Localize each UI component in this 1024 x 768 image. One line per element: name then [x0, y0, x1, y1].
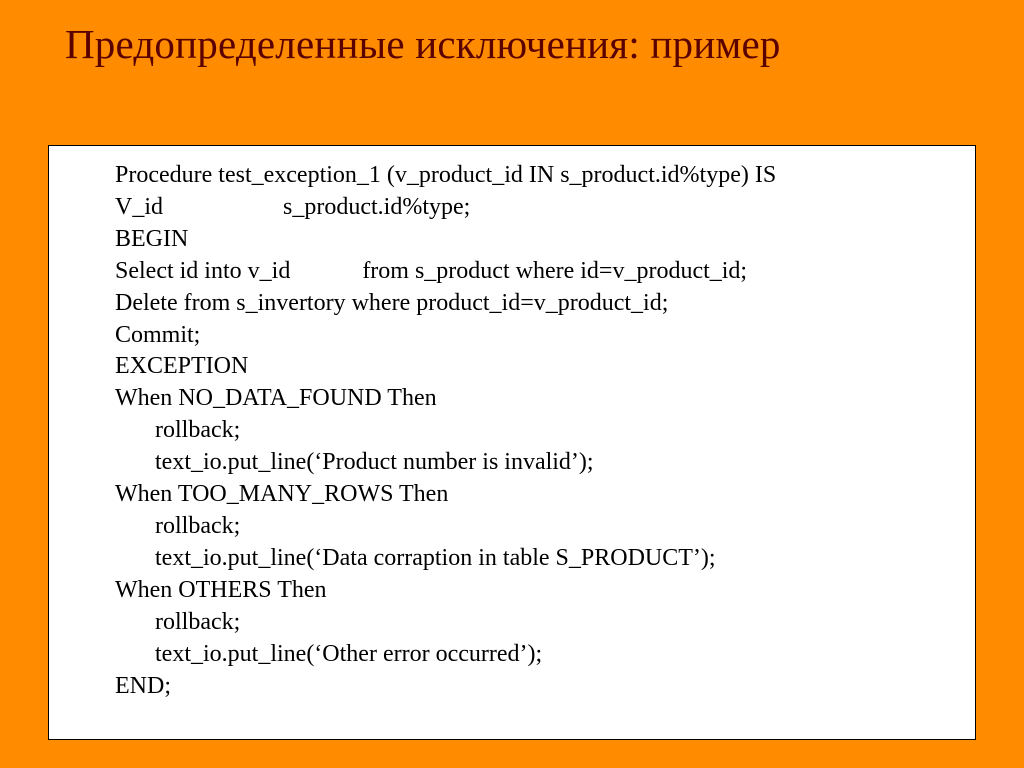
code-line: When NO_DATA_FOUND Then [115, 383, 957, 415]
code-line: V_id s_product.id%type; [115, 192, 957, 224]
code-line: When OTHERS Then [115, 575, 957, 607]
code-line: text_io.put_line(‘Other error occurred’)… [115, 639, 957, 671]
code-line: rollback; [115, 511, 957, 543]
code-block: Procedure test_exception_1 (v_product_id… [48, 145, 976, 740]
code-line: text_io.put_line(‘Product number is inva… [115, 447, 957, 479]
slide-title: Предопределенные исключения: пример [65, 20, 984, 68]
code-line: Delete from s_invertory where product_id… [115, 288, 957, 320]
code-line: EXCEPTION [115, 351, 957, 383]
code-line: text_io.put_line(‘Data corraption in tab… [115, 543, 957, 575]
code-line: rollback; [115, 415, 957, 447]
code-line: Procedure test_exception_1 (v_product_id… [115, 160, 957, 192]
code-line: Commit; [115, 320, 957, 352]
code-line: BEGIN [115, 224, 957, 256]
slide: Предопределенные исключения: пример Proc… [0, 0, 1024, 768]
code-line: END; [115, 671, 957, 703]
code-line: When TOO_MANY_ROWS Then [115, 479, 957, 511]
code-line: rollback; [115, 607, 957, 639]
code-line: Select id into v_id from s_product where… [115, 256, 957, 288]
